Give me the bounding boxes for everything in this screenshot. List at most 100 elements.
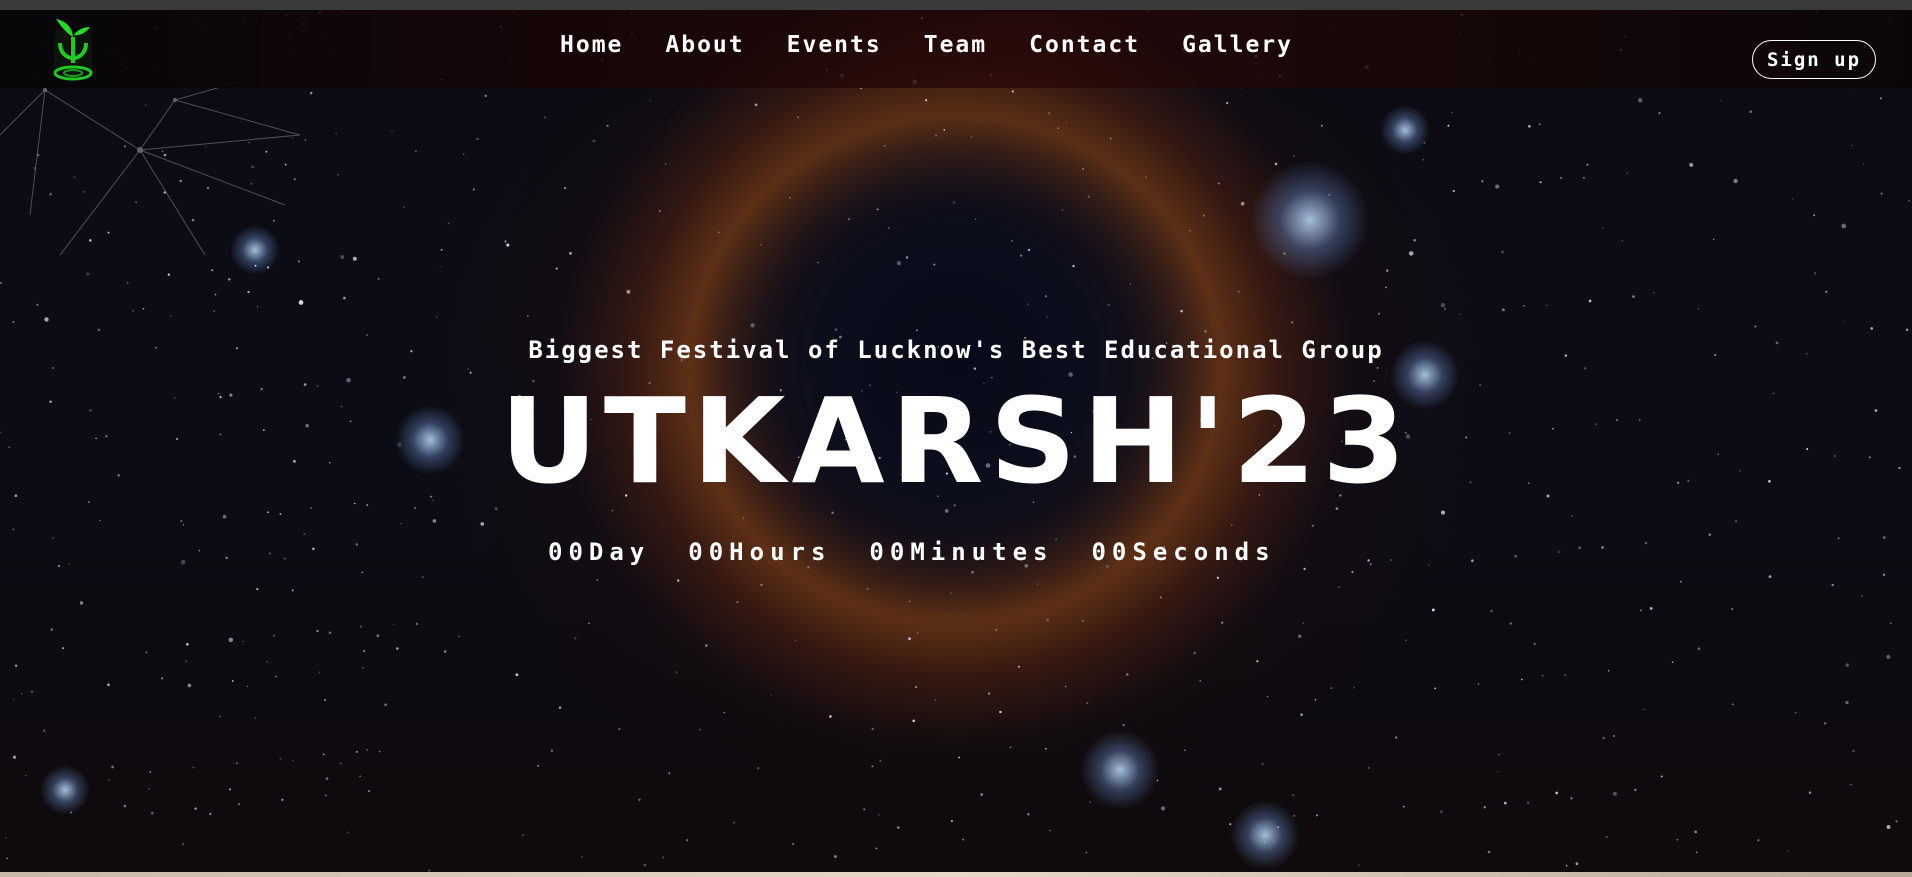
page-bottom-strip [0,872,1912,877]
nav-about-link[interactable]: About [665,32,744,58]
star [279,512,282,516]
star [1358,864,1360,866]
star [1837,537,1840,540]
star [871,765,874,768]
star [1011,240,1013,242]
star [384,703,387,707]
countdown-hours-unit: Hours [729,538,832,566]
star [1290,321,1294,324]
star [246,685,249,688]
star [915,686,918,689]
star [353,502,356,505]
nav-contact-link[interactable]: Contact [1029,32,1140,58]
signup-button[interactable]: Sign up [1752,40,1876,79]
star [340,255,345,259]
star [1640,609,1642,612]
star [225,556,228,560]
star [1501,250,1504,254]
star [180,559,186,565]
star [664,163,667,165]
star [182,524,185,526]
star [43,729,46,732]
star [1292,794,1295,797]
star [377,277,380,280]
star [1824,722,1827,725]
star [1159,596,1162,599]
star [905,256,909,259]
network-lines-decoration [0,80,301,256]
star [1509,622,1512,625]
star [378,750,381,753]
star [414,507,417,510]
star [1503,801,1507,805]
star [543,116,547,119]
star [1452,189,1455,193]
star [935,134,937,137]
star [1395,736,1398,739]
star [1353,687,1355,689]
star [1089,801,1091,803]
star [347,831,350,834]
star [1695,851,1698,854]
star [366,504,369,507]
star [1541,674,1544,677]
star [1311,524,1315,528]
star [476,137,479,141]
star [291,589,294,592]
star [1256,660,1259,663]
nav-home-link[interactable]: Home [560,32,623,58]
star [324,699,327,702]
countdown-seconds-unit: Seconds [1132,538,1276,566]
nav-team-link[interactable]: Team [924,32,987,58]
star [1880,192,1883,195]
star [1582,176,1585,179]
star [1237,290,1240,293]
star [268,552,272,555]
star [359,625,363,628]
star [1082,167,1084,170]
star [283,557,286,560]
countdown-timer: 00 Day 00 Hours 00 Minutes 00 Seconds [548,538,1314,566]
star [1385,286,1387,289]
star [999,710,1002,714]
star [973,367,977,370]
star [592,139,596,143]
star [12,320,15,323]
star [1020,254,1023,257]
star [829,715,832,718]
leaf-swirl-logo-icon[interactable] [48,15,100,83]
star [107,683,110,687]
star-glow [1230,800,1300,870]
star [1314,698,1317,701]
star [1735,520,1738,523]
star [581,856,583,858]
star [871,727,874,730]
star [186,642,189,646]
star [123,804,127,808]
star [1555,791,1559,795]
star [1046,618,1049,621]
star [1588,299,1592,303]
star [1202,214,1205,217]
star [291,759,294,762]
star [596,579,599,581]
star [980,793,984,796]
star [1613,735,1616,737]
star [1422,159,1424,161]
star [878,814,880,816]
star [807,566,810,569]
countdown-days: 00 Day [548,538,650,566]
star [1825,290,1828,293]
star [1216,576,1220,580]
star [1402,805,1405,808]
nav-events-link[interactable]: Events [787,32,882,58]
star [99,519,101,522]
star [316,629,319,633]
star [563,186,567,190]
star [1204,329,1207,333]
star [817,261,819,264]
star [318,671,321,673]
nav-gallery-link[interactable]: Gallery [1182,32,1293,58]
star [1689,162,1694,167]
countdown-hours: 00 Hours [688,538,831,566]
